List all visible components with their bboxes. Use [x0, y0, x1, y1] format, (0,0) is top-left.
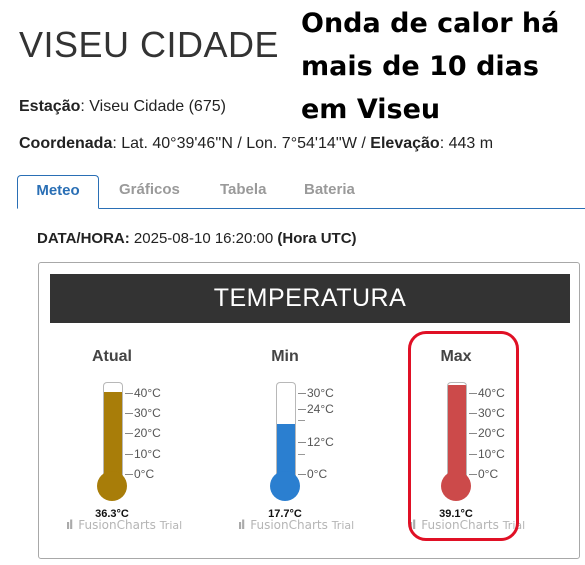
fusioncharts-watermark: ıl FusionCharts Trial: [238, 518, 355, 532]
datetime-timezone: (Hora UTC): [277, 230, 357, 247]
tab-tabela[interactable]: Tabela: [220, 175, 266, 207]
gauge-min-tick: 0°C: [298, 468, 327, 480]
gauge-min-tick: 12°C: [298, 436, 334, 448]
datetime-label: DATA/HORA:: [37, 230, 130, 247]
gauge-atual-tick: 20°C: [125, 427, 161, 439]
gauge-min-tube: [276, 382, 296, 483]
gauge-atual-tick: 40°C: [125, 387, 161, 399]
tab-meteo[interactable]: Meteo: [17, 175, 99, 209]
gauge-min-minor-tick: [298, 420, 305, 421]
gauge-atual: Atual 40°C 30°C 20°C 10°C 0°C 36.3°C: [82, 342, 212, 542]
coordinates-info: Coordenada: Lat. 40°39'46''N / Lon. 7°54…: [19, 135, 493, 153]
fusioncharts-logo-icon: ıl: [238, 518, 245, 532]
gauge-min-tick: 24°C: [298, 403, 334, 415]
station-info: Estação: Viseu Cidade (675): [19, 98, 226, 116]
gauge-atual-tick: 0°C: [125, 468, 154, 480]
gauge-atual-tick: 30°C: [125, 407, 161, 419]
gauge-min-bulb: [270, 471, 300, 501]
gauge-min-label: Min: [271, 348, 299, 365]
fusioncharts-logo-icon: ıl: [66, 518, 73, 532]
gauge-min-tick: 30°C: [298, 387, 334, 399]
gauge-atual-fill: [104, 392, 122, 483]
coordinates-label: Coordenada: [19, 135, 113, 152]
headline-line-1: Onda de calor há: [301, 8, 560, 39]
gauge-atual-bulb: [97, 471, 127, 501]
coordinates-value: : Lat. 40°39'46''N / Lon. 7°54'14''W /: [112, 135, 371, 152]
gauge-atual-label: Atual: [92, 348, 132, 365]
max-highlight-circle: [408, 331, 519, 541]
headline-line-2: mais de 10 dias: [301, 51, 539, 82]
headline-overlay: Onda de calor há mais de 10 dias em Vise…: [301, 2, 585, 131]
elevation-label: Elevação: [370, 135, 440, 152]
headline-line-3: em Viseu: [301, 94, 441, 125]
station-title: VISEU CIDADE: [19, 24, 280, 65]
tab-graficos[interactable]: Gráficos: [119, 175, 180, 207]
gauge-atual-tick: 10°C: [125, 448, 161, 460]
tab-bateria[interactable]: Bateria: [304, 175, 355, 207]
tab-bar: Meteo Gráficos Tabela Bateria: [17, 175, 585, 209]
gauge-min: Min 30°C 24°C 12°C 0°C 17.7°C: [255, 342, 385, 542]
datetime-value: 2025-08-10 16:20:00: [129, 230, 278, 247]
station-value: : Viseu Cidade (675): [80, 98, 226, 115]
gauge-atual-tube: [103, 382, 123, 483]
station-label: Estação: [19, 98, 81, 115]
fusioncharts-watermark: ıl FusionCharts Trial: [66, 518, 183, 532]
gauge-min-minor-tick: [298, 454, 305, 455]
datetime: DATA/HORA: 2025-08-10 16:20:00 (Hora UTC…: [37, 230, 357, 247]
panel-title: TEMPERATURA: [50, 274, 570, 323]
elevation-value: : 443 m: [439, 135, 494, 152]
